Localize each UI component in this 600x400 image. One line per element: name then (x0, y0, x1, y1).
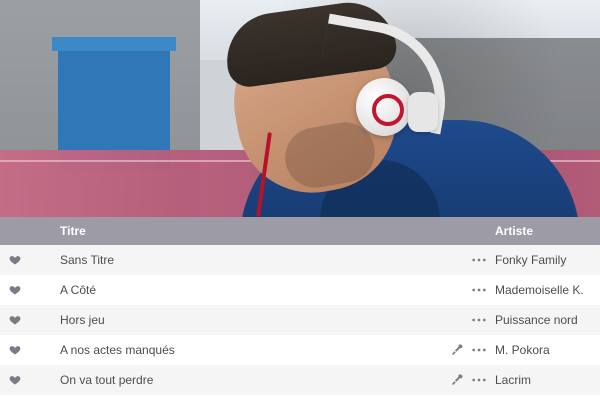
headphone-cup-secondary (408, 92, 438, 132)
table-body: Sans Titre Fonky Family A Côté Mademoise… (0, 245, 600, 395)
track-artist[interactable]: M. Pokora (495, 343, 550, 357)
track-artist[interactable]: Lacrim (495, 373, 531, 387)
more-dots-icon[interactable] (471, 374, 487, 386)
heart-icon[interactable] (9, 314, 21, 326)
heart-icon[interactable] (9, 254, 21, 266)
table-row[interactable]: Sans Titre Fonky Family (0, 245, 600, 275)
table-row[interactable]: On va tout perdre Lacrim (0, 365, 600, 395)
tracks-table: Titre Artiste Sans Titre Fonky Family A … (0, 217, 600, 400)
column-header-title: Titre (60, 224, 86, 238)
column-header-artist: Artiste (495, 224, 534, 238)
more-dots-icon[interactable] (471, 314, 487, 326)
heart-icon[interactable] (9, 284, 21, 296)
table-row[interactable]: A nos actes manqués M. Pokora (0, 335, 600, 365)
table-row[interactable]: Hors jeu Puissance nord (0, 305, 600, 335)
microphone-icon[interactable] (452, 373, 464, 387)
microphone-icon[interactable] (452, 343, 464, 357)
table-header: Titre Artiste (0, 217, 600, 245)
headphone-cup (356, 78, 412, 136)
hero-image (0, 0, 600, 217)
table-row[interactable]: A Côté Mademoiselle K. (0, 275, 600, 305)
heart-icon[interactable] (9, 374, 21, 386)
track-artist[interactable]: Fonky Family (495, 253, 566, 267)
track-title[interactable]: Sans Titre (60, 253, 114, 267)
track-artist[interactable]: Puissance nord (495, 313, 578, 327)
track-artist[interactable]: Mademoiselle K. (495, 283, 584, 297)
heart-icon[interactable] (9, 344, 21, 356)
track-title[interactable]: Hors jeu (60, 313, 105, 327)
more-dots-icon[interactable] (471, 344, 487, 356)
more-dots-icon[interactable] (471, 254, 487, 266)
track-title[interactable]: A nos actes manqués (60, 343, 175, 357)
more-dots-icon[interactable] (471, 284, 487, 296)
track-title[interactable]: A Côté (60, 283, 96, 297)
track-title[interactable]: On va tout perdre (60, 373, 153, 387)
